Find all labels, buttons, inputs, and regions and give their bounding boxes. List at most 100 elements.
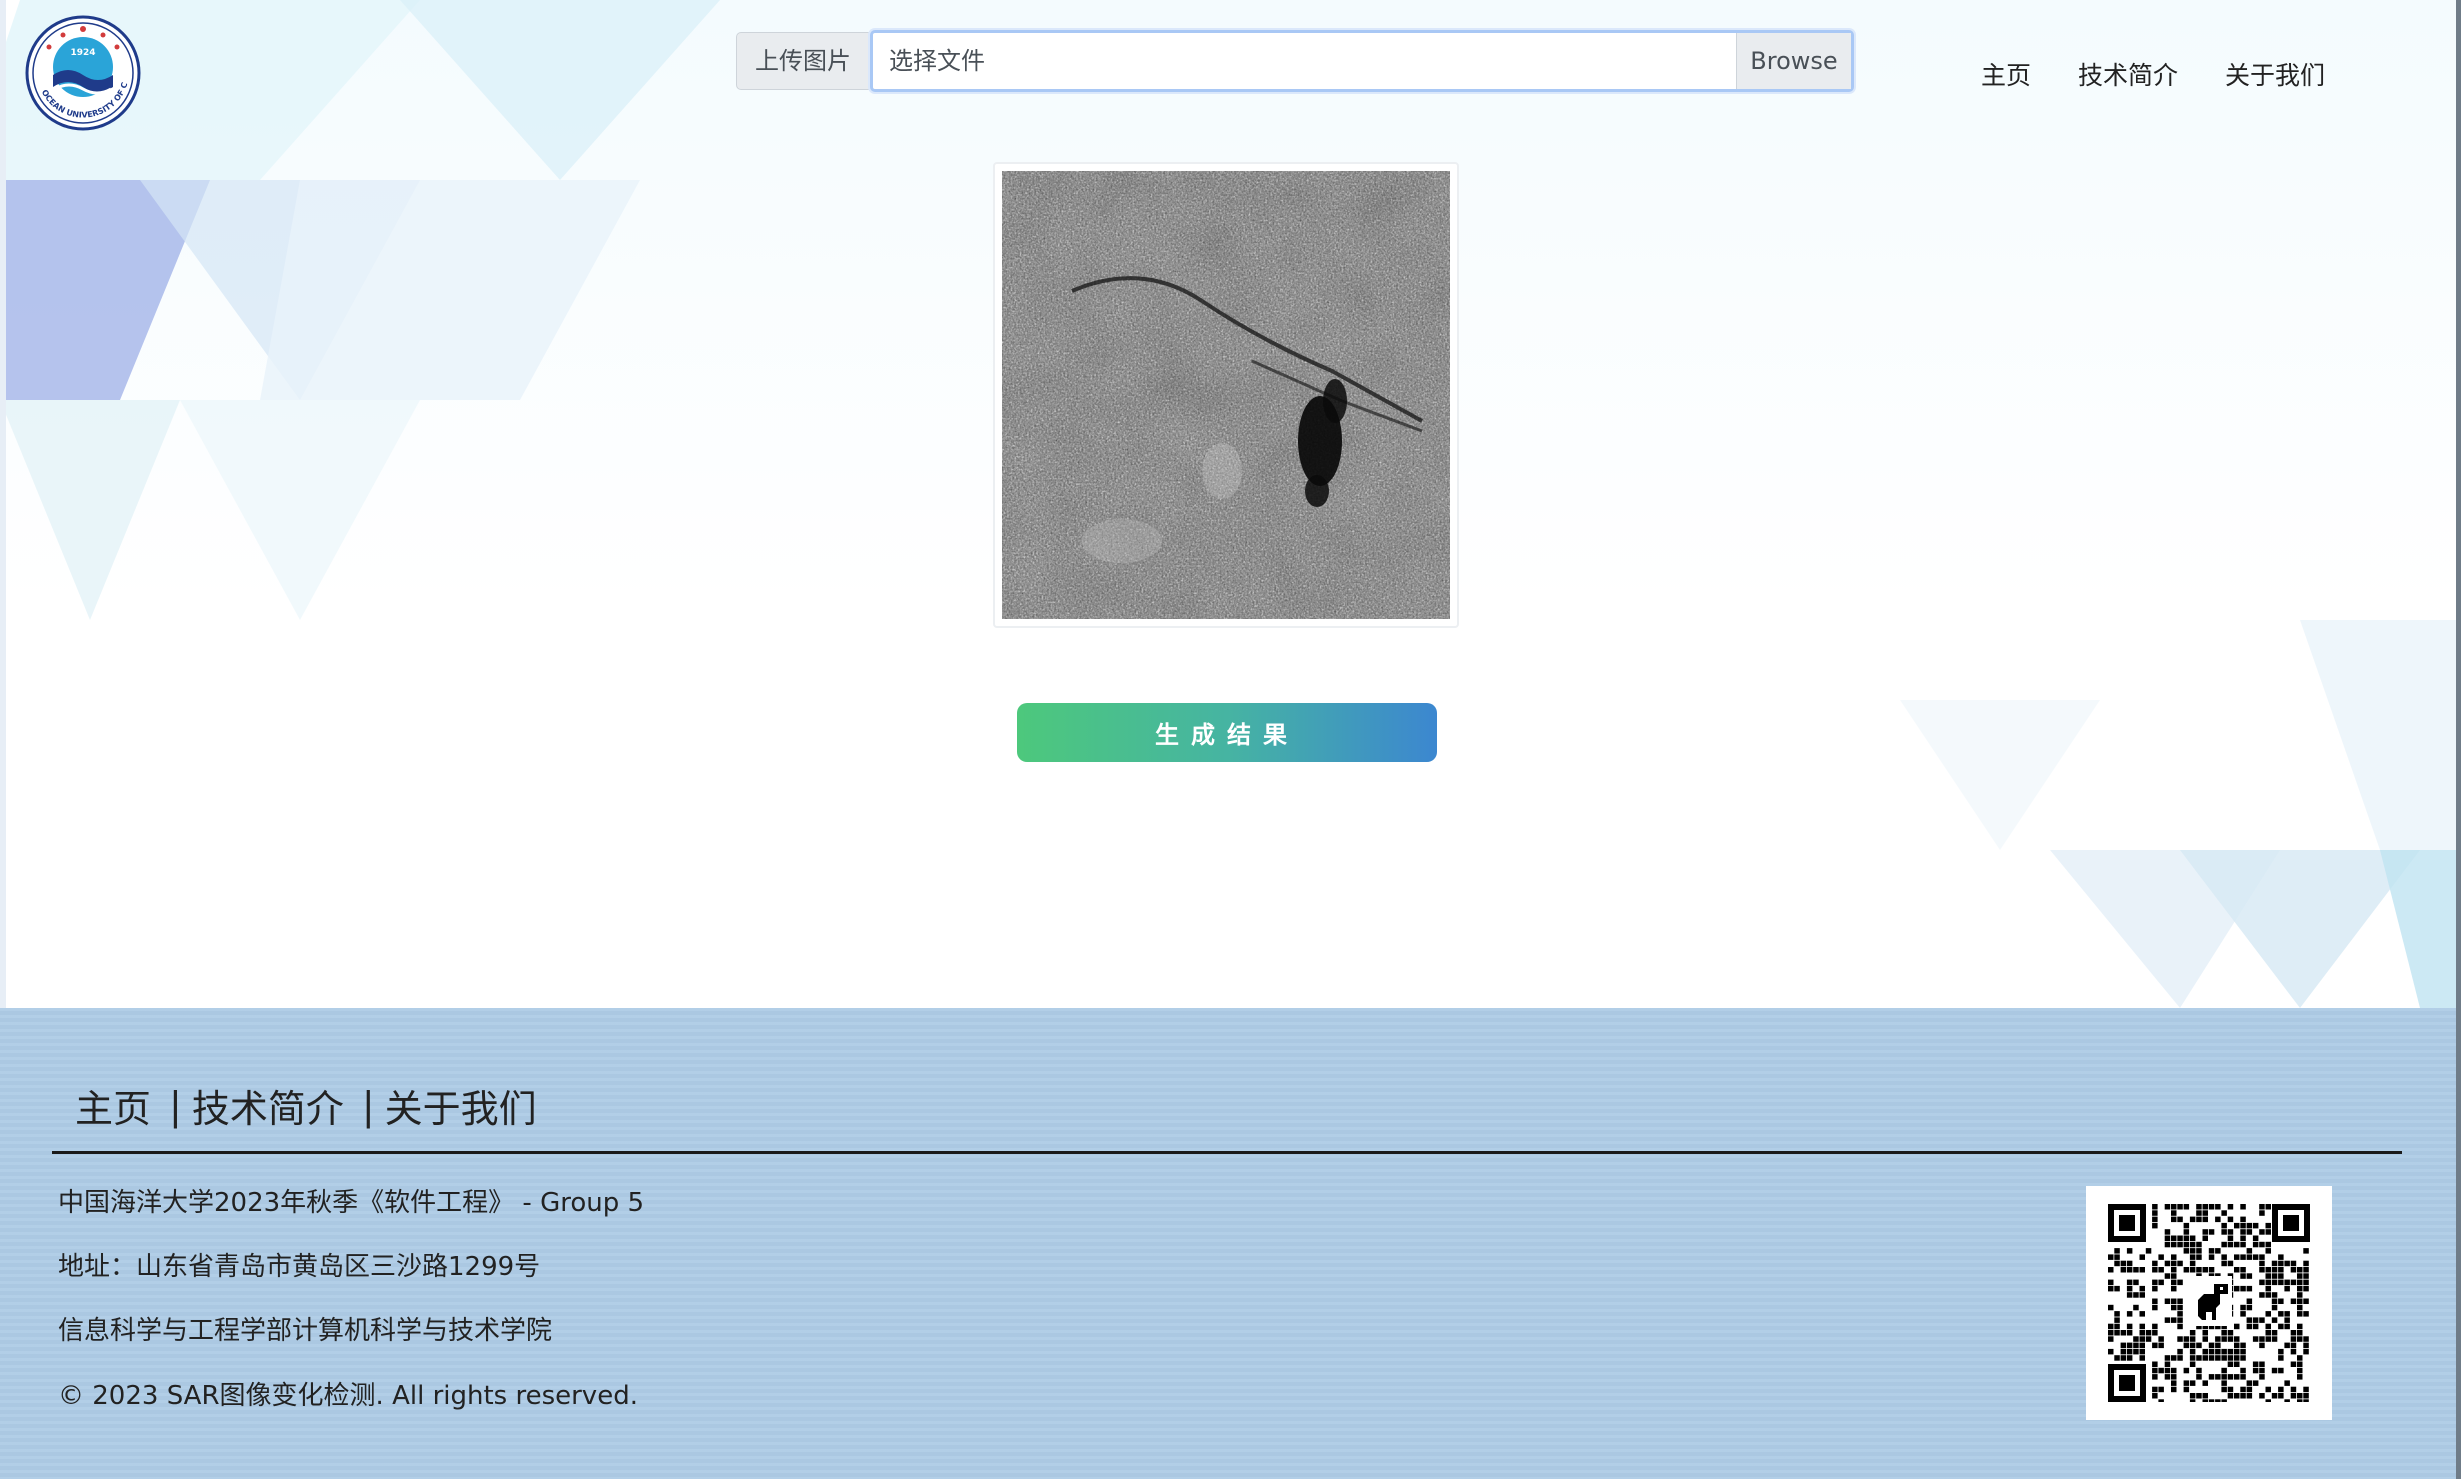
qr-module <box>2126 1348 2133 1355</box>
qr-module <box>2246 1285 2253 1292</box>
qr-module <box>2221 1386 2227 1393</box>
qr-module <box>2133 1292 2139 1298</box>
qr-module <box>2234 1393 2240 1399</box>
qr-module <box>2126 1342 2133 1349</box>
footer-nav-separator: | <box>361 1083 375 1128</box>
qr-module <box>2297 1393 2303 1399</box>
qr-module <box>2208 1248 2215 1254</box>
ocean-university-seal-icon: 1924 OCEAN UNIVERSITY OF CHINA <box>22 8 141 131</box>
qr-module <box>2114 1317 2120 1323</box>
footer-course-info: 中国海洋大学2023年秋季《软件工程》 - Group 5 <box>58 1188 645 1218</box>
footer-divider <box>52 1151 2402 1154</box>
qr-module <box>2189 1330 2196 1336</box>
qr-module <box>2139 1267 2145 1273</box>
qr-module <box>2189 1348 2196 1355</box>
qr-module <box>2252 1241 2259 1248</box>
qr-module <box>2303 1267 2309 1273</box>
university-logo[interactable]: 1924 OCEAN UNIVERSITY OF CHINA <box>22 8 141 131</box>
qr-module <box>2158 1399 2164 1405</box>
qr-module <box>2183 1380 2190 1386</box>
qr-module <box>2208 1348 2215 1355</box>
qr-module <box>2177 1279 2183 1286</box>
qr-module <box>2126 1279 2133 1286</box>
qr-module <box>2177 1235 2183 1241</box>
qr-module <box>2189 1248 2196 1254</box>
qr-module <box>2259 1210 2265 1216</box>
qr-module <box>2126 1311 2133 1317</box>
qr-module <box>2126 1267 2133 1273</box>
qr-module <box>2259 1367 2265 1374</box>
qr-module <box>2177 1204 2183 1210</box>
qr-module <box>2284 1399 2290 1405</box>
qr-module <box>2278 1273 2284 1279</box>
qr-module <box>2202 1380 2208 1386</box>
qr-module <box>2221 1348 2227 1355</box>
qr-module <box>2139 1342 2145 1349</box>
qr-module <box>2297 1336 2303 1342</box>
qr-module <box>2240 1367 2246 1374</box>
footer-nav-home[interactable]: 主页 <box>75 1078 151 1133</box>
qr-module <box>2234 1241 2240 1248</box>
qr-module <box>2183 1336 2190 1342</box>
qr-module <box>2290 1361 2297 1367</box>
qr-module <box>2171 1204 2177 1210</box>
footer-nav-about-us[interactable]: 关于我们 <box>385 1078 537 1133</box>
browse-button[interactable]: Browse <box>1736 33 1851 89</box>
upload-group: 上传图片 选择文件 Browse <box>736 30 1854 92</box>
qr-module <box>2234 1336 2240 1342</box>
qr-module <box>2259 1267 2265 1273</box>
qr-module <box>2114 1311 2120 1317</box>
qr-module <box>2303 1248 2309 1254</box>
qr-module <box>2234 1355 2240 1361</box>
qr-module <box>2265 1399 2271 1405</box>
qr-module <box>2164 1260 2171 1267</box>
qr-module <box>2246 1317 2253 1323</box>
qr-module <box>2189 1235 2196 1241</box>
qr-module <box>2133 1279 2139 1286</box>
qr-module <box>2164 1229 2171 1235</box>
nav-about-us[interactable]: 关于我们 <box>2225 56 2325 92</box>
qr-module <box>2158 1386 2164 1393</box>
qr-module <box>2259 1317 2265 1323</box>
qr-module <box>2227 1355 2234 1361</box>
qr-module <box>2108 1279 2114 1286</box>
qr-module <box>2152 1210 2158 1216</box>
qr-module <box>2202 1210 2208 1216</box>
qr-module <box>2278 1279 2284 1286</box>
qr-module <box>2221 1380 2227 1386</box>
upload-label: 上传图片 <box>736 32 870 90</box>
qr-module <box>2265 1285 2271 1292</box>
qr-module <box>2108 1348 2114 1355</box>
qr-module <box>2189 1393 2196 1399</box>
qr-module <box>2189 1260 2196 1267</box>
qr-module <box>2208 1229 2215 1235</box>
qr-module <box>2202 1330 2208 1336</box>
generate-result-button[interactable]: 生成结果 <box>1017 703 1437 762</box>
qr-module <box>2240 1342 2246 1349</box>
qr-module <box>2303 1348 2309 1355</box>
footer-nav: 主页 | 技术简介 | 关于我们 <box>75 1078 537 1133</box>
qr-module <box>2114 1285 2120 1292</box>
nav-home[interactable]: 主页 <box>1981 56 2031 92</box>
qr-module <box>2290 1348 2297 1355</box>
qr-module <box>2202 1393 2208 1399</box>
nav-tech-intro[interactable]: 技术简介 <box>2078 56 2178 92</box>
file-input[interactable]: 选择文件 Browse <box>870 30 1854 92</box>
qr-module <box>2183 1386 2190 1393</box>
qr-module <box>2271 1267 2278 1273</box>
qr-module <box>2278 1367 2284 1374</box>
qr-module <box>2265 1311 2271 1317</box>
qr-module <box>2208 1399 2215 1405</box>
qr-module <box>2221 1336 2227 1342</box>
qr-module <box>2152 1330 2158 1336</box>
qr-module <box>2189 1355 2196 1361</box>
right-scrollbar-edge[interactable] <box>2456 0 2461 1479</box>
qr-module <box>2240 1254 2246 1260</box>
qr-module <box>2152 1374 2158 1380</box>
qr-module <box>2202 1336 2208 1342</box>
qr-module <box>2303 1393 2309 1399</box>
qr-module <box>2171 1355 2177 1361</box>
qr-module <box>2171 1374 2177 1380</box>
footer-nav-tech-intro[interactable]: 技术简介 <box>192 1078 344 1133</box>
qr-module <box>2189 1361 2196 1367</box>
